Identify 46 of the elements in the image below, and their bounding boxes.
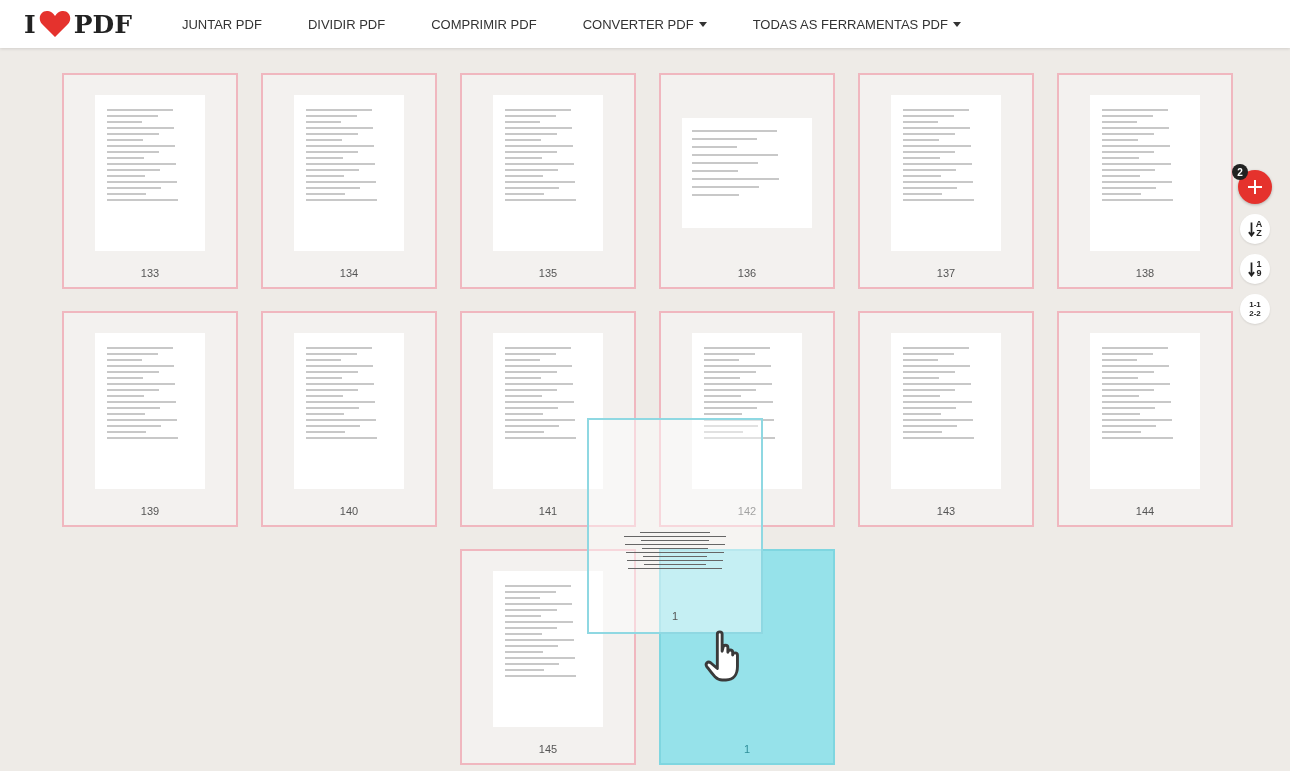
page-number: 142 xyxy=(737,505,757,517)
page-card[interactable]: 136 xyxy=(659,73,835,289)
page-number: 140 xyxy=(339,505,359,517)
heart-icon xyxy=(38,10,71,38)
page-card[interactable]: 141 xyxy=(460,311,636,527)
logo[interactable]: I PDF xyxy=(24,9,132,39)
page-card[interactable]: 145 xyxy=(460,549,636,765)
page-card[interactable]: 135 xyxy=(460,73,636,289)
plus-icon xyxy=(1247,179,1263,195)
page-card[interactable]: 139 xyxy=(62,311,238,527)
page-order-button[interactable]: 1-1 2-2 xyxy=(1240,294,1270,324)
nav-link[interactable]: JUNTAR PDF xyxy=(181,16,262,32)
file-count-badge: 2 xyxy=(1232,164,1248,180)
page-number: 136 xyxy=(737,267,757,279)
page-number: 143 xyxy=(936,505,956,517)
page-card[interactable]: 134 xyxy=(261,73,437,289)
page-card[interactable]: 138 xyxy=(1057,73,1233,289)
logo-letter: I xyxy=(24,9,36,39)
page-number: 134 xyxy=(339,267,359,279)
page-number: 141 xyxy=(538,505,558,517)
page-number: 144 xyxy=(1135,505,1155,517)
page-card[interactable]: 137 xyxy=(858,73,1034,289)
down-arrow-icon xyxy=(1247,221,1255,237)
caret-icon xyxy=(952,21,961,27)
nav-link[interactable]: COMPRIMIR PDF xyxy=(431,16,537,32)
page-number: 135 xyxy=(538,267,558,279)
page-number: 139 xyxy=(140,505,160,517)
page-number: 1 xyxy=(743,743,751,755)
page-number: 138 xyxy=(1135,267,1155,279)
page-number: 1 xyxy=(671,610,679,622)
sort-button[interactable]: 1 9 xyxy=(1240,254,1270,284)
logo-word: PDF xyxy=(73,9,132,39)
nav-link[interactable]: TODAS AS FERRAMENTAS PDF xyxy=(752,16,961,32)
sort-button[interactable]: A Z xyxy=(1240,214,1270,244)
caret-icon xyxy=(698,21,707,27)
down-arrow-icon xyxy=(1248,261,1256,277)
page-number: 137 xyxy=(936,267,956,279)
add-files-button[interactable] xyxy=(1238,170,1272,204)
page-card[interactable]: 143 xyxy=(858,311,1034,527)
nav-link[interactable]: CONVERTER PDF xyxy=(582,16,707,32)
nav-link[interactable]: DIVIDIR PDF xyxy=(307,16,386,32)
page-card[interactable]: 133 xyxy=(62,73,238,289)
page-card[interactable]: 140 xyxy=(261,311,437,527)
page-number: 133 xyxy=(140,267,160,279)
page-number: 145 xyxy=(538,743,558,755)
page-card[interactable]: 144 xyxy=(1057,311,1233,527)
